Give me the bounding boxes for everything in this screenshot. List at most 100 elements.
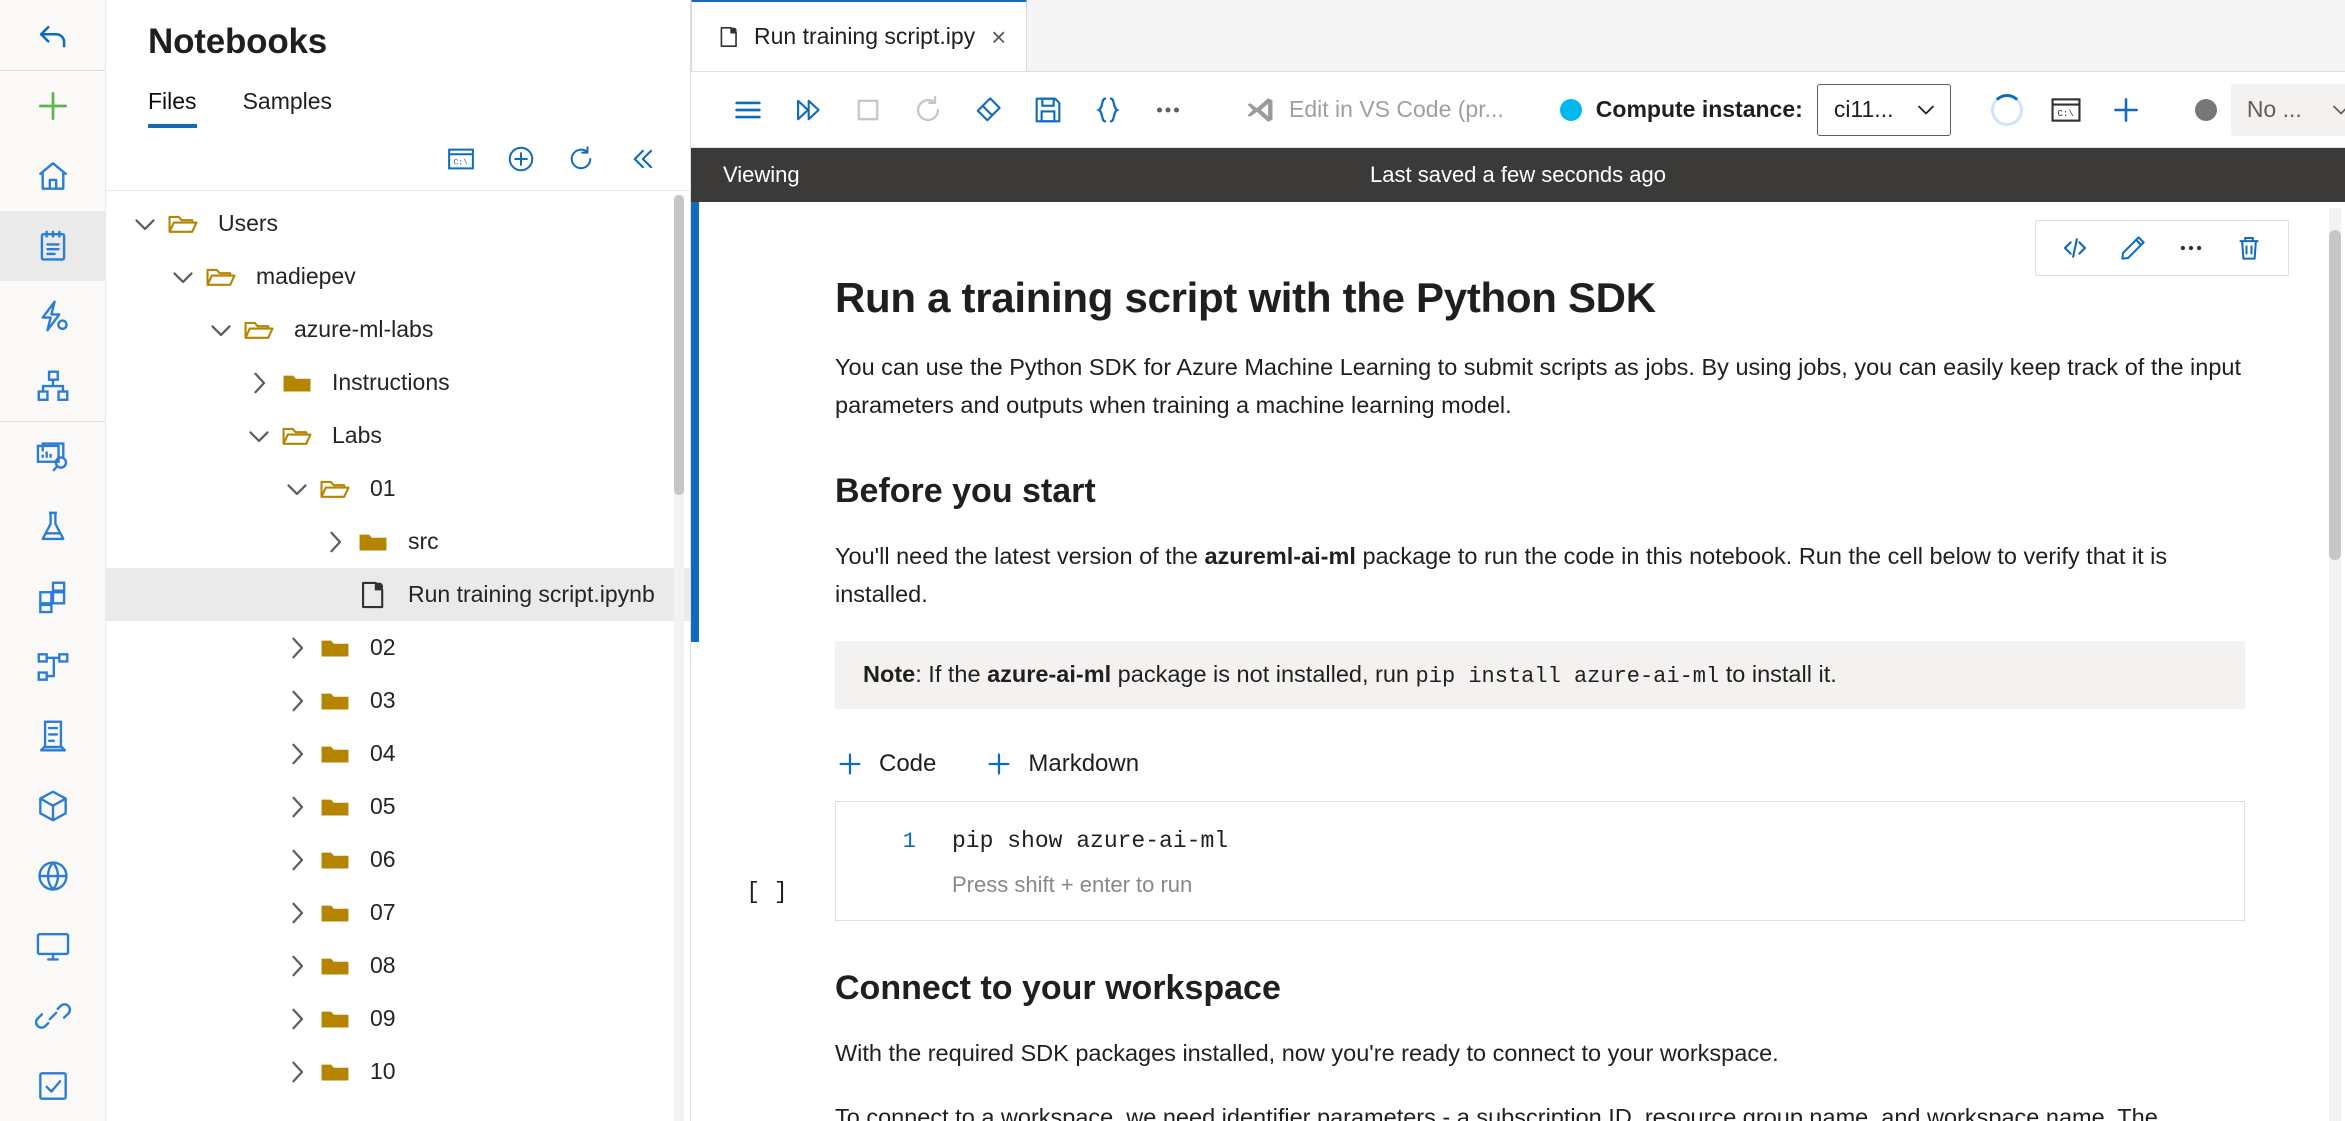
folder-icon	[321, 852, 349, 868]
terminal-icon[interactable]: C:\	[2049, 93, 2083, 127]
chevron-right-icon[interactable]	[318, 525, 352, 559]
file-tree-scrollbar[interactable]	[674, 195, 684, 1121]
chevron-right-icon[interactable]	[242, 366, 276, 400]
file-tree-scroll-thumb[interactable]	[674, 195, 684, 495]
add-code-label: Code	[879, 750, 937, 778]
notebook-scroll-thumb[interactable]	[2329, 230, 2341, 560]
note-package-name: azure-ai-ml	[987, 661, 1112, 688]
rail-item-designer[interactable]	[0, 351, 106, 421]
collapse-icon[interactable]	[626, 144, 656, 174]
tree-item-folder[interactable]: 04	[106, 727, 690, 780]
rail-item-endpoints[interactable]	[0, 841, 106, 911]
tree-item-folder[interactable]: 07	[106, 886, 690, 939]
tree-item-folder[interactable]: src	[106, 515, 690, 568]
rail-item-jobs[interactable]	[0, 492, 106, 562]
chevron-right-icon[interactable]	[280, 737, 314, 771]
folder-icon	[321, 1064, 349, 1080]
delete-trash-icon[interactable]	[2234, 233, 2264, 263]
rail-item-notebooks[interactable]	[0, 211, 106, 282]
svg-text:C:\: C:\	[454, 159, 469, 168]
tab-samples[interactable]: Samples	[243, 88, 332, 128]
markdown-cell-connect[interactable]: Connect to your workspace With the requi…	[699, 969, 2285, 1121]
chevron-down-icon[interactable]	[128, 207, 162, 241]
kernel-value: No ...	[2246, 96, 2302, 122]
close-icon[interactable]: ×	[987, 24, 1010, 50]
tree-item-folder[interactable]: 01	[106, 462, 690, 515]
tree-item-folder[interactable]: Users	[106, 197, 690, 250]
tree-item-folder[interactable]: Instructions	[106, 356, 690, 409]
rail-item-back[interactable]	[0, 0, 106, 70]
chevron-right-icon[interactable]	[280, 896, 314, 930]
code-view-icon[interactable]	[2060, 233, 2090, 263]
tree-item-file[interactable]: Run training script.ipynb	[106, 568, 690, 621]
add-markdown-cell-button[interactable]: Markdown	[984, 749, 1139, 779]
page-title: Notebooks	[148, 22, 328, 61]
tree-item-folder[interactable]: 08	[106, 939, 690, 992]
markdown-cell-intro[interactable]: Run a training script with the Python SD…	[699, 274, 2285, 710]
tree-item-folder[interactable]: 05	[106, 780, 690, 833]
tree-item-folder[interactable]: Labs	[106, 409, 690, 462]
edit-pencil-icon[interactable]	[2118, 233, 2148, 263]
clear-outputs-icon[interactable]	[971, 93, 1005, 127]
chevron-right-icon[interactable]	[280, 843, 314, 877]
rail-item-automated-ml[interactable]	[0, 281, 106, 351]
restart-icon	[916, 95, 940, 121]
chevron-right-icon[interactable]	[280, 1002, 314, 1036]
rail-item-home[interactable]	[0, 141, 106, 211]
notebook-paragraph-connect-2: To connect to a workspace, we need ident…	[835, 1104, 2158, 1121]
rail-item-environments[interactable]	[0, 701, 106, 771]
rail-item-data-labeling[interactable]	[0, 1051, 106, 1121]
tree-item-folder[interactable]: azure-ml-labs	[106, 303, 690, 356]
rail-item-models[interactable]	[0, 771, 106, 841]
tree-item-label: Users	[218, 210, 279, 236]
rail-item-compute[interactable]	[0, 911, 106, 981]
rail-item-linked-services[interactable]	[0, 981, 106, 1051]
plus-icon[interactable]	[2109, 93, 2143, 127]
more-icon[interactable]	[2176, 233, 2206, 263]
add-file-icon[interactable]	[506, 144, 536, 174]
chevron-down-icon[interactable]	[242, 419, 276, 453]
flask-icon	[41, 511, 65, 540]
chevron-down-icon[interactable]	[280, 472, 314, 506]
stop-icon	[857, 99, 879, 120]
chevron-right-icon[interactable]	[280, 949, 314, 983]
editor-tab-run-training-script[interactable]: Run training script.ipy ×	[691, 0, 1028, 71]
rail-item-pipelines[interactable]	[0, 632, 106, 702]
tree-item-folder[interactable]: 03	[106, 674, 690, 727]
tree-item-label: Instructions	[332, 369, 450, 395]
tree-item-folder[interactable]: 10	[106, 1045, 690, 1098]
folder-icon	[321, 799, 349, 815]
code-cell[interactable]: 1 pip show azure-ai-ml Press shift + ent…	[835, 801, 2245, 922]
chevron-right-icon[interactable]	[280, 684, 314, 718]
run-all-icon[interactable]	[791, 93, 825, 127]
chevron-down-icon[interactable]	[204, 313, 238, 347]
chevron-right-icon[interactable]	[280, 790, 314, 824]
tree-item-folder[interactable]: 02	[106, 621, 690, 674]
file-tree-container: Users madiepev azure-ml-labs Instructions La…	[106, 191, 690, 1121]
file-tree: Users madiepev azure-ml-labs Instructions La…	[106, 191, 690, 1098]
chevron-down-icon[interactable]	[166, 260, 200, 294]
format-icon[interactable]	[1091, 93, 1125, 127]
code-cell-source[interactable]: pip show azure-ai-ml	[952, 828, 1228, 854]
chevron-right-icon[interactable]	[280, 631, 314, 665]
menu-icon[interactable]	[731, 93, 765, 127]
notebook-scrollbar[interactable]	[2329, 208, 2341, 1121]
kernel-dropdown[interactable]: No ...	[2230, 83, 2345, 136]
tree-item-folder[interactable]: 06	[106, 833, 690, 886]
tree-item-label: 05	[370, 793, 396, 819]
more-icon[interactable]	[1151, 93, 1185, 127]
save-icon[interactable]	[1031, 93, 1065, 127]
tab-files[interactable]: Files	[148, 88, 197, 128]
rail-item-data-monitoring[interactable]	[0, 422, 106, 492]
refresh-icon[interactable]	[566, 144, 596, 174]
tree-item-folder[interactable]: madiepev	[106, 250, 690, 303]
chevron-right-icon[interactable]	[280, 1055, 314, 1089]
rail-item-components[interactable]	[0, 562, 106, 632]
terminal-icon[interactable]: C:\	[446, 144, 476, 174]
add-code-cell-button[interactable]: Code	[835, 749, 936, 779]
compute-instance-value: ci11...	[1833, 96, 1894, 122]
rail-item-new[interactable]	[0, 71, 106, 141]
tree-item-folder[interactable]: 09	[106, 992, 690, 1045]
compute-instance-selector: Compute instance: ci11...	[1542, 83, 1969, 136]
compute-instance-dropdown[interactable]: ci11...	[1816, 83, 1951, 136]
